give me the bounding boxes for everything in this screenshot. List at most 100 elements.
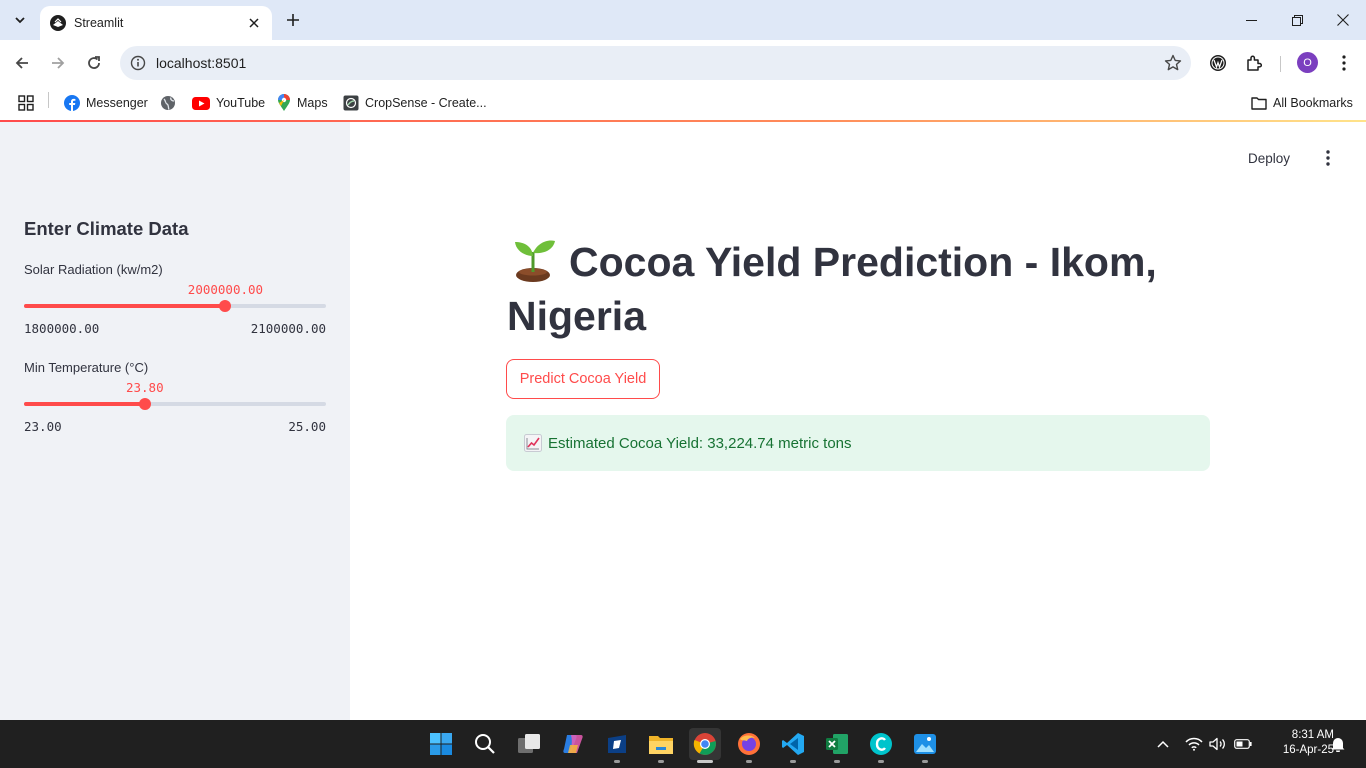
apps-grid-button[interactable] bbox=[18, 91, 34, 115]
close-window-button[interactable] bbox=[1320, 0, 1366, 40]
all-bookmarks-label: All Bookmarks bbox=[1273, 96, 1353, 110]
profile-avatar[interactable]: O bbox=[1297, 52, 1318, 73]
restore-button[interactable] bbox=[1274, 0, 1320, 40]
bookmarks-divider bbox=[48, 92, 49, 108]
bookmark-label: CropSense - Create... bbox=[365, 96, 487, 110]
tab-title: Streamlit bbox=[74, 16, 124, 30]
excel-icon bbox=[826, 734, 848, 754]
solar-radiation-label: Solar Radiation (kw/m2) bbox=[24, 262, 163, 277]
canva-icon bbox=[870, 733, 892, 755]
arrow-right-icon bbox=[52, 57, 65, 69]
more-vertical-icon bbox=[1326, 150, 1330, 166]
close-tab-icon[interactable] bbox=[246, 15, 262, 31]
store-icon bbox=[608, 735, 626, 753]
bookmark-youtube[interactable]: YouTube bbox=[192, 91, 265, 115]
slider-thumb[interactable] bbox=[219, 300, 232, 312]
running-indicator bbox=[614, 760, 620, 763]
site-info-icon[interactable] bbox=[120, 46, 156, 80]
chevron-up-icon bbox=[1157, 740, 1169, 748]
address-bar[interactable]: localhost:8501 bbox=[120, 46, 1191, 80]
apps-grid-icon bbox=[18, 95, 34, 111]
globe-icon bbox=[161, 96, 175, 110]
back-button[interactable] bbox=[9, 50, 35, 76]
system-clock[interactable]: 8:31 AM 16-Apr-25 bbox=[1262, 728, 1334, 758]
wifi-button[interactable] bbox=[1184, 732, 1204, 756]
all-bookmarks-button[interactable]: All Bookmarks bbox=[1251, 91, 1353, 115]
facebook-icon bbox=[64, 95, 80, 111]
windows-taskbar bbox=[0, 720, 1366, 768]
taskbar-task-view[interactable] bbox=[513, 728, 545, 760]
min-temperature-value: 23.80 bbox=[125, 380, 164, 395]
cropsense-icon bbox=[343, 95, 359, 111]
predict-cocoa-yield-button[interactable]: Predict Cocoa Yield bbox=[506, 359, 660, 399]
solar-radiation-slider[interactable] bbox=[24, 300, 326, 312]
deploy-button[interactable]: Deploy bbox=[1248, 146, 1290, 170]
url-text[interactable]: localhost:8501 bbox=[156, 55, 1155, 71]
taskbar-copilot[interactable] bbox=[557, 728, 589, 760]
bookmark-maps[interactable]: Maps bbox=[277, 91, 328, 115]
running-indicator bbox=[834, 760, 840, 763]
clock-date: 16-Apr-25 bbox=[1282, 744, 1334, 756]
solar-radiation-value: 2000000.00 bbox=[187, 282, 264, 297]
folder-icon bbox=[1251, 97, 1267, 110]
taskbar-photos[interactable] bbox=[909, 728, 941, 763]
volume-button[interactable] bbox=[1208, 732, 1228, 756]
slider-thumb[interactable] bbox=[138, 398, 151, 410]
solar-radiation-max: 2100000.00 bbox=[250, 321, 326, 336]
running-indicator bbox=[746, 760, 752, 763]
extensions-puzzle-icon[interactable] bbox=[1243, 52, 1265, 74]
extension-wordpress-icon[interactable] bbox=[1207, 52, 1229, 74]
page-title: Cocoa Yield Prediction - Ikom, Nigeria bbox=[507, 234, 1207, 343]
sidebar-header: Enter Climate Data bbox=[24, 218, 189, 239]
slider-fill bbox=[24, 402, 145, 406]
file-explorer-icon bbox=[649, 736, 673, 754]
firefox-icon bbox=[738, 733, 760, 755]
sidebar: Enter Climate Data Solar Radiation (kw/m… bbox=[0, 122, 350, 720]
google-maps-icon bbox=[278, 94, 290, 111]
reload-button[interactable] bbox=[81, 50, 107, 76]
slider-fill bbox=[24, 304, 226, 308]
bookmark-globe[interactable] bbox=[160, 91, 176, 115]
success-result-box: Estimated Cocoa Yield: 33,224.74 metric … bbox=[506, 415, 1210, 471]
copilot-icon bbox=[563, 735, 583, 753]
arrow-left-icon bbox=[15, 57, 28, 69]
new-tab-button[interactable] bbox=[282, 9, 304, 31]
taskbar-store[interactable] bbox=[601, 728, 633, 763]
taskbar-file-explorer[interactable] bbox=[645, 728, 677, 763]
taskbar-excel[interactable] bbox=[821, 728, 853, 763]
wifi-icon bbox=[1185, 737, 1203, 751]
min-temperature-slider[interactable] bbox=[24, 398, 326, 410]
bookmark-label: YouTube bbox=[216, 96, 266, 110]
chrome-menu-icon[interactable] bbox=[1333, 52, 1355, 74]
bookmark-label: Maps bbox=[297, 96, 328, 110]
running-indicator bbox=[878, 760, 884, 763]
min-temperature-max: 25.00 bbox=[288, 419, 326, 434]
minimize-icon bbox=[1245, 19, 1257, 21]
browser-tab[interactable]: Streamlit bbox=[40, 6, 272, 40]
plus-icon bbox=[287, 14, 299, 26]
vscode-icon bbox=[782, 733, 804, 755]
min-temperature-label: Min Temperature (°C) bbox=[24, 360, 149, 375]
bookmarks-bar: Messenger YouTube Maps CropSense - Creat… bbox=[0, 86, 1366, 120]
taskbar-search[interactable] bbox=[469, 728, 501, 760]
minimize-button[interactable] bbox=[1228, 0, 1274, 40]
tray-overflow-button[interactable] bbox=[1153, 732, 1173, 756]
search-icon bbox=[475, 734, 495, 754]
running-indicator bbox=[790, 760, 796, 763]
bookmark-cropsense[interactable]: CropSense - Create... bbox=[343, 91, 487, 115]
bookmark-star-icon[interactable] bbox=[1155, 46, 1191, 80]
seedling-icon bbox=[515, 240, 555, 282]
youtube-icon bbox=[192, 96, 210, 110]
main-menu-button[interactable] bbox=[1318, 146, 1338, 170]
taskbar-chrome[interactable] bbox=[689, 728, 721, 763]
taskbar-vscode[interactable] bbox=[777, 728, 809, 763]
taskbar-start[interactable] bbox=[425, 728, 457, 760]
page-title-text: Cocoa Yield Prediction - Ikom, Nigeria bbox=[507, 239, 1157, 339]
running-indicator bbox=[697, 760, 713, 763]
taskbar-canva[interactable] bbox=[865, 728, 897, 763]
forward-button[interactable] bbox=[45, 50, 71, 76]
battery-button[interactable] bbox=[1233, 732, 1253, 756]
tab-search-button[interactable] bbox=[8, 8, 32, 32]
taskbar-firefox[interactable] bbox=[733, 728, 765, 763]
bookmark-messenger[interactable]: Messenger bbox=[64, 91, 148, 115]
